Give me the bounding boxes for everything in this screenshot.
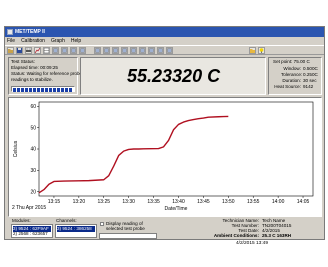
progress-segment bbox=[49, 88, 52, 92]
y-tick-label: 60 bbox=[30, 104, 36, 110]
menu-graph[interactable]: Graph bbox=[51, 38, 65, 44]
app-window: MET/TEMP II File Calibration Graph Help … bbox=[4, 26, 325, 240]
monitor-icon[interactable] bbox=[148, 47, 155, 54]
keyboard-icon[interactable] bbox=[139, 47, 146, 54]
heat-source-value: 9142 bbox=[303, 84, 314, 89]
open-file-icon[interactable] bbox=[7, 47, 14, 54]
probe-display-field bbox=[99, 233, 157, 239]
temperature-reading: 55.23320 C bbox=[127, 66, 221, 86]
settings-icon[interactable] bbox=[130, 47, 137, 54]
channels-label: Channels: bbox=[56, 218, 77, 223]
reading-panel: 55.23320 C bbox=[80, 57, 266, 95]
ambient-label: Ambient Conditions: bbox=[213, 233, 259, 238]
window-label: Window: bbox=[283, 66, 301, 71]
temperature-chart: 20 30 40 50 60 13:15 13:20 13:25 13:30 13:35 13:40… bbox=[8, 97, 322, 217]
footer-datetime: 4/2/2015 13:49 bbox=[236, 241, 269, 246]
menu-file[interactable]: File bbox=[7, 38, 15, 44]
tolerance-label: Tolerance: bbox=[281, 72, 303, 77]
export-icon[interactable] bbox=[103, 47, 110, 54]
save-icon[interactable] bbox=[16, 47, 23, 54]
y-tick-label: 50 bbox=[30, 125, 36, 131]
x-tick-label: 13:55 bbox=[247, 199, 260, 205]
duration-label: Duration: bbox=[282, 78, 301, 83]
chart-svg: 20 30 40 50 60 13:15 13:20 13:25 13:30 13:35 13:40… bbox=[12, 101, 314, 212]
status-line-2: readings to stabilize. bbox=[11, 77, 53, 82]
ambient-value: 25.3 C 163RH bbox=[262, 233, 292, 238]
window-title: MET/TEMP II bbox=[15, 29, 45, 35]
display-reading-checkbox[interactable] bbox=[100, 222, 104, 226]
setpoint-title: Set point: 75.00 C bbox=[273, 59, 310, 64]
y-tick-label: 40 bbox=[30, 147, 36, 153]
folder-icon[interactable] bbox=[249, 47, 256, 54]
menu-calibration[interactable]: Calibration bbox=[21, 38, 45, 44]
channels-list[interactable]: 3) 9524 : 386258 bbox=[55, 224, 97, 238]
help-icon[interactable] bbox=[258, 47, 265, 54]
setpoint-panel: Set point: 75.00 C Window: 0.500C Tolera… bbox=[268, 57, 322, 95]
chart-icon[interactable] bbox=[34, 47, 41, 54]
progress-segment bbox=[61, 88, 64, 92]
timer-icon[interactable] bbox=[157, 47, 164, 54]
modules-label: Modules: bbox=[12, 218, 31, 223]
progress-segment bbox=[13, 88, 16, 92]
plot-area bbox=[38, 101, 314, 197]
module-item[interactable]: 2) 2568 : 623657 bbox=[13, 231, 48, 237]
progress-segment bbox=[17, 88, 20, 92]
graph-icon[interactable] bbox=[112, 47, 119, 54]
progress-segment bbox=[65, 88, 68, 92]
thermometer-icon[interactable] bbox=[70, 47, 77, 54]
x-axis-label: Date/Time bbox=[165, 206, 188, 212]
progress-segment bbox=[57, 88, 60, 92]
y-axis-label: Celsius bbox=[13, 140, 19, 157]
progress-segment bbox=[33, 88, 36, 92]
toolbar bbox=[5, 45, 324, 55]
progress-segment bbox=[41, 88, 44, 92]
x-tick-label: 14:00 bbox=[272, 199, 285, 205]
duration-value: 30 sec bbox=[303, 78, 317, 83]
progress-segment bbox=[21, 88, 24, 92]
progress-segment bbox=[25, 88, 28, 92]
y-tick-label: 20 bbox=[30, 189, 36, 195]
status-line-1: Status: Waiting for reference probe bbox=[11, 71, 83, 76]
table-icon[interactable] bbox=[43, 47, 50, 54]
test-info-panel: Technician Name: Tech Name Test Number: … bbox=[197, 218, 323, 239]
menu-help[interactable]: Help bbox=[71, 38, 81, 44]
app-icon bbox=[7, 29, 13, 35]
y-tick-label: 30 bbox=[30, 168, 36, 174]
progress-segment bbox=[29, 88, 32, 92]
probe-icon[interactable] bbox=[79, 47, 86, 54]
date-label: 2 Thu Apr 2015 bbox=[12, 205, 46, 211]
x-tick-label: 13:20 bbox=[73, 199, 86, 205]
x-tick-label: 13:40 bbox=[172, 199, 185, 205]
display-option-line2: selected test probe bbox=[106, 226, 145, 231]
x-tick-label: 13:35 bbox=[147, 199, 160, 205]
progress-bar bbox=[11, 86, 75, 92]
tolerance-value: 0.250C bbox=[303, 72, 318, 77]
report-icon[interactable] bbox=[94, 47, 101, 54]
window-value: 0.500C bbox=[303, 66, 318, 71]
channel-item[interactable]: 3) 9524 : 386258 bbox=[57, 226, 95, 232]
x-tick-label: 13:30 bbox=[122, 199, 135, 205]
menu-bar: File Calibration Graph Help bbox=[5, 37, 324, 45]
progress-segment bbox=[45, 88, 48, 92]
progress-segment bbox=[37, 88, 40, 92]
x-tick-label: 13:15 bbox=[48, 199, 61, 205]
print-icon[interactable] bbox=[25, 47, 32, 54]
title-bar: MET/TEMP II bbox=[5, 27, 324, 37]
calibrate-icon[interactable] bbox=[52, 47, 59, 54]
x-tick-label: 13:45 bbox=[197, 199, 210, 205]
zoom-icon[interactable] bbox=[121, 47, 128, 54]
elapsed-time: Elapsed time: 00:09:25 bbox=[11, 65, 58, 70]
x-tick-label: 14:05 bbox=[297, 199, 310, 205]
stop-icon[interactable] bbox=[166, 47, 173, 54]
x-tick-label: 13:50 bbox=[222, 199, 235, 205]
x-tick-label: 13:25 bbox=[98, 199, 111, 205]
progress-segment bbox=[53, 88, 56, 92]
setup-icon[interactable] bbox=[61, 47, 68, 54]
modules-list[interactable]: 3) 9524 : 62F9AF 2) 2568 : 623657 bbox=[11, 224, 53, 238]
heat-source-label: Heat Source: bbox=[274, 84, 301, 89]
progress-segment bbox=[69, 88, 72, 92]
test-status-heading: Test Status: bbox=[11, 59, 35, 64]
